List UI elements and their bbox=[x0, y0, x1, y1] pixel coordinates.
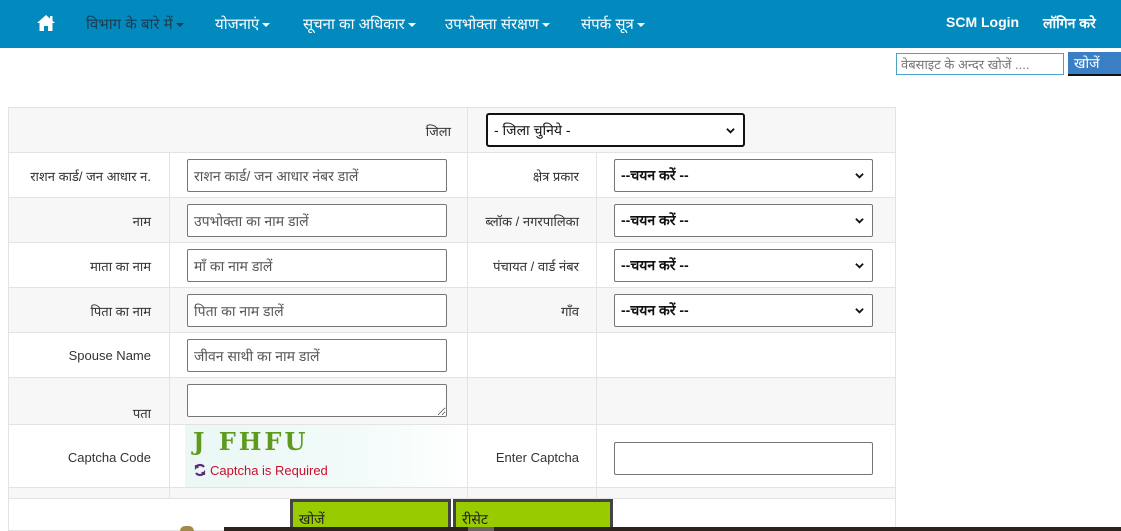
ration-card-row: राशन कार्ड/ जन आधार न. क्षेत्र प्रकार --… bbox=[9, 153, 895, 198]
village-selected-value: --चयन करें -- bbox=[621, 302, 689, 318]
district-row: जिला - जिला चुनिये - bbox=[9, 108, 895, 153]
nav-item-label: योजनाएं bbox=[215, 16, 260, 33]
panchayat-select[interactable]: --चयन करें -- bbox=[614, 249, 873, 282]
column-divider bbox=[169, 425, 170, 487]
column-divider bbox=[467, 378, 468, 424]
column-divider bbox=[596, 333, 597, 377]
nav-item-rti[interactable]: सूचना का अधिकार bbox=[303, 14, 416, 34]
nav-item-label: विभाग के बारे में bbox=[86, 16, 173, 33]
spouse-name-input[interactable] bbox=[187, 339, 447, 372]
panchayat-label: पंचायत / वार्ड नंबर bbox=[493, 259, 579, 274]
chevron-down-icon bbox=[855, 263, 864, 269]
footer-bar bbox=[224, 527, 1121, 531]
block-select[interactable]: --चयन करें -- bbox=[614, 204, 873, 237]
district-select[interactable]: - जिला चुनिये - bbox=[486, 113, 745, 147]
column-divider bbox=[596, 378, 597, 424]
column-divider bbox=[169, 198, 170, 242]
column-divider bbox=[596, 243, 597, 287]
district-label: जिला bbox=[425, 124, 451, 139]
caret-down-icon bbox=[636, 23, 645, 28]
column-divider bbox=[467, 108, 468, 152]
column-divider bbox=[467, 425, 468, 487]
chevron-down-icon bbox=[726, 128, 735, 134]
column-divider bbox=[596, 425, 597, 487]
captcha-row: J FHFU Captcha is Required Captcha Code … bbox=[9, 425, 895, 488]
column-divider bbox=[596, 198, 597, 242]
refresh-icon[interactable] bbox=[193, 463, 207, 477]
top-navbar: विभाग के बारे में योजनाएं सूचना का अधिका… bbox=[0, 0, 1121, 48]
chevron-down-icon bbox=[855, 173, 864, 179]
nav-item-schemes[interactable]: योजनाएं bbox=[215, 14, 271, 34]
column-divider bbox=[467, 243, 468, 287]
captcha-input[interactable] bbox=[614, 442, 873, 475]
caret-down-icon bbox=[541, 23, 550, 28]
column-divider bbox=[596, 153, 597, 197]
column-divider bbox=[169, 243, 170, 287]
column-divider bbox=[596, 488, 597, 498]
nav-item-label: उपभोक्ता संरक्षण bbox=[445, 16, 539, 33]
block-selected-value: --चयन करें -- bbox=[621, 212, 689, 228]
site-search-button[interactable]: खोजें bbox=[1068, 52, 1121, 76]
captcha-error: Captcha is Required bbox=[193, 463, 328, 478]
name-row: नाम ब्लॉक / नगरपालिका --चयन करें -- bbox=[9, 198, 895, 243]
caret-down-icon bbox=[175, 23, 184, 28]
column-divider bbox=[169, 333, 170, 377]
column-divider bbox=[169, 378, 170, 424]
spacer-row bbox=[9, 488, 895, 499]
chevron-down-icon bbox=[855, 308, 864, 314]
address-textarea[interactable] bbox=[187, 384, 447, 417]
column-divider bbox=[467, 153, 468, 197]
column-divider bbox=[169, 488, 170, 498]
column-divider bbox=[467, 198, 468, 242]
footer-logo-icon bbox=[180, 526, 194, 531]
mother-name-input[interactable] bbox=[187, 249, 447, 282]
home-icon[interactable] bbox=[36, 14, 56, 32]
ration-card-input[interactable] bbox=[187, 159, 447, 192]
area-type-label: क्षेत्र प्रकार bbox=[532, 169, 579, 184]
village-label: गाँव bbox=[561, 304, 579, 319]
ration-card-label: राशन कार्ड/ जन आधार न. bbox=[30, 169, 151, 184]
captcha-code-label: Captcha Code bbox=[67, 450, 151, 465]
scrollbar-thumb[interactable] bbox=[468, 527, 494, 531]
district-selected-value: - जिला चुनिये - bbox=[494, 122, 571, 138]
area-type-selected-value: --चयन करें -- bbox=[621, 167, 689, 183]
column-divider bbox=[169, 153, 170, 197]
address-label: पता bbox=[132, 406, 151, 421]
nav-item-label: सूचना का अधिकार bbox=[303, 16, 405, 33]
caret-down-icon bbox=[407, 23, 416, 28]
nav-item-about-department[interactable]: विभाग के बारे में bbox=[86, 14, 184, 34]
mother-name-label: माता का नाम bbox=[90, 259, 151, 274]
mother-name-row: माता का नाम पंचायत / वार्ड नंबर --चयन कर… bbox=[9, 243, 895, 288]
column-divider bbox=[596, 288, 597, 332]
scm-login-link[interactable]: SCM Login bbox=[946, 14, 1019, 30]
father-name-label: पिता का नाम bbox=[90, 304, 151, 319]
area-type-select[interactable]: --चयन करें -- bbox=[614, 159, 873, 192]
column-divider bbox=[467, 488, 468, 498]
caret-down-icon bbox=[262, 23, 271, 28]
column-divider bbox=[467, 288, 468, 332]
nav-item-label: संपर्क सूत्र bbox=[581, 16, 634, 33]
captcha-error-text: Captcha is Required bbox=[210, 463, 328, 478]
name-label: नाम bbox=[132, 214, 151, 229]
chevron-down-icon bbox=[855, 218, 864, 224]
nav-item-consumer-protection[interactable]: उपभोक्ता संरक्षण bbox=[445, 14, 550, 34]
enter-captcha-label: Enter Captcha bbox=[495, 450, 579, 465]
captcha-image: J FHFU bbox=[193, 427, 309, 456]
father-name-row: पिता का नाम गाँव --चयन करें -- bbox=[9, 288, 895, 333]
search-form: जिला - जिला चुनिये - राशन कार्ड/ जन आधार… bbox=[8, 107, 896, 531]
column-divider bbox=[467, 333, 468, 377]
nav-item-contact[interactable]: संपर्क सूत्र bbox=[581, 14, 645, 34]
column-divider bbox=[169, 288, 170, 332]
site-search-input[interactable] bbox=[896, 53, 1064, 75]
login-link[interactable]: लॉगिन करे bbox=[1043, 14, 1096, 33]
spouse-name-label: Spouse Name bbox=[68, 348, 151, 363]
panchayat-selected-value: --चयन करें -- bbox=[621, 257, 689, 273]
captcha-area: J FHFU Captcha is Required bbox=[185, 425, 467, 487]
spouse-name-row: Spouse Name bbox=[9, 333, 895, 378]
address-row: पता bbox=[9, 378, 895, 425]
father-name-input[interactable] bbox=[187, 294, 447, 327]
village-select[interactable]: --चयन करें -- bbox=[614, 294, 873, 327]
block-label: ब्लॉक / नगरपालिका bbox=[485, 214, 579, 229]
name-input[interactable] bbox=[187, 204, 447, 237]
